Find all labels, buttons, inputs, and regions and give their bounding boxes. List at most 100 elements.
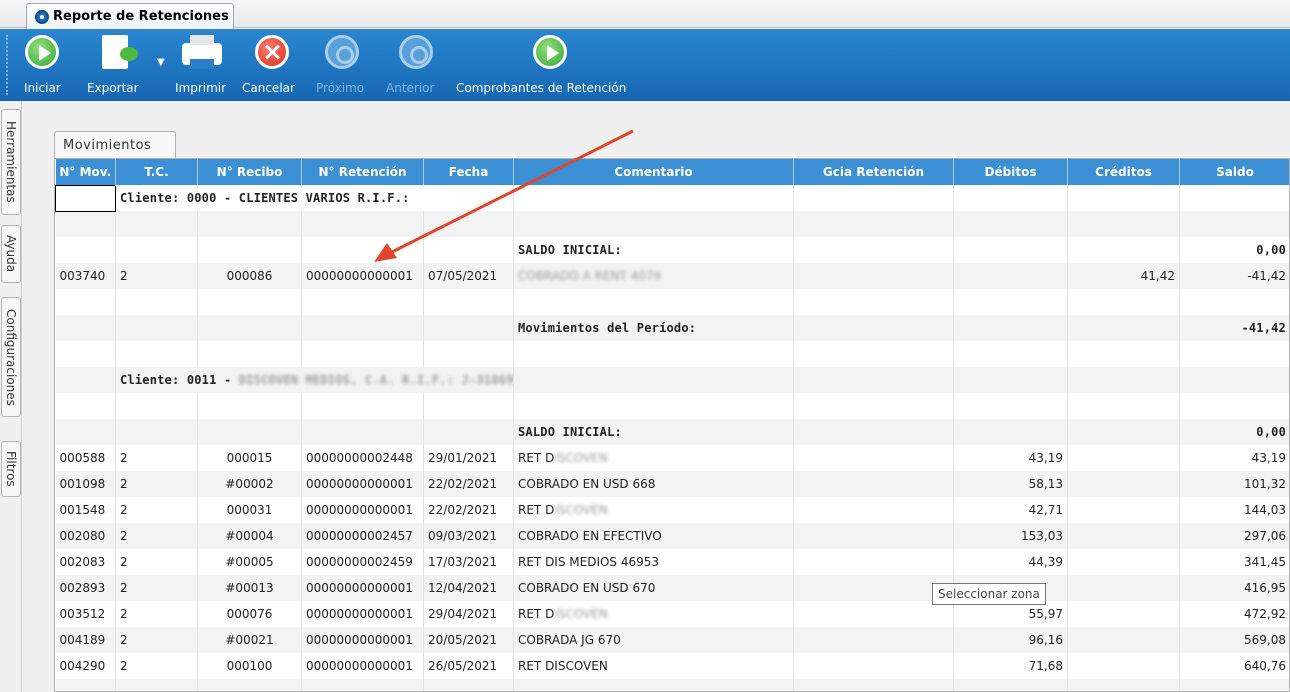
cell-debitos — [953, 185, 1068, 211]
cell-recibo — [197, 393, 302, 419]
cell-mov: 000588 — [55, 445, 116, 471]
comprobantes-button[interactable]: Comprobantes de Retención — [456, 29, 626, 101]
cell-creditos — [1067, 497, 1180, 523]
cell-mov — [55, 419, 116, 445]
cell-saldo: 341,45 — [1179, 549, 1289, 575]
cancelar-button[interactable]: Cancelar — [242, 29, 295, 101]
cell-mov — [55, 341, 116, 367]
cell-mov — [55, 211, 116, 237]
table-row[interactable] — [55, 393, 1289, 419]
cell-comentario — [513, 185, 794, 211]
cell-fecha — [423, 211, 514, 237]
movimientos-table: N° Mov. T.C. N° Recibo N° Retención Fech… — [55, 159, 1289, 691]
toolbar-grip[interactable] — [6, 35, 8, 95]
side-tab-filtros[interactable]: Filtros — [1, 441, 21, 497]
movimientos-grid[interactable]: N° Mov. T.C. N° Recibo N° Retención Fech… — [54, 158, 1290, 692]
cell-debitos: 44,39 — [953, 549, 1068, 575]
table-row[interactable]: 004290 2 000100 00000000000001 26/05/2021 RET… — [55, 653, 1289, 679]
cell-retencion — [301, 211, 424, 237]
table-row[interactable]: Cliente: 0000 - CLIENTES VARIOS R.I.F.: — [55, 184, 1289, 212]
cell-recibo — [197, 419, 302, 445]
tab-reporte-de-retenciones[interactable]: Reporte de Retenciones — [26, 3, 234, 29]
table-row[interactable]: 002083 2 #00005 00000000002459 17/03/2021 RET… — [55, 549, 1289, 575]
side-tab-label: Filtros — [4, 451, 18, 487]
table-row[interactable]: SALDO INICIAL: 0,00 — [55, 237, 1289, 263]
cell-comentario — [513, 393, 794, 419]
table-row[interactable]: 004189 2 #00021 00000000000001 20/05/2021 COB… — [55, 627, 1289, 653]
comentario-text: COBRADO EN USD 670 — [518, 581, 656, 595]
cell-comentario — [513, 289, 794, 315]
cliente-name-redacted: DISCOVEN MEDIOS, C.A. R.I.F.: J-31869669 — [238, 373, 514, 387]
iniciar-button[interactable]: Iniciar — [22, 29, 62, 101]
cell-mov — [55, 393, 116, 419]
cell-recibo: #00005 — [197, 549, 302, 575]
table-row[interactable]: Cliente: 0011 - DISCOVEN MEDIOS, C.A. R.… — [55, 367, 1289, 393]
cell-recibo — [197, 289, 302, 315]
cell-comentario: COBRADO EN USD 668 — [513, 471, 794, 497]
tab-movimientos[interactable]: Movimientos — [54, 131, 176, 158]
cell-comentario: RET DISCOVEN — [513, 601, 794, 627]
cell-debitos — [953, 367, 1068, 393]
cell-comentario — [513, 367, 794, 393]
table-row[interactable]: Movimientos del Período: -41,42 — [55, 315, 1289, 341]
table-row[interactable] — [55, 679, 1289, 691]
comentario-text: RET DISCOVEN — [518, 659, 608, 673]
cell-gcia — [793, 601, 954, 627]
column-header[interactable]: Saldo — [1179, 159, 1289, 185]
cell-comentario: COBRADA JG 670 — [513, 627, 794, 653]
cell-gcia — [793, 471, 954, 497]
cell-saldo — [1179, 289, 1289, 315]
table-row[interactable]: 002893 2 #00013 00000000000001 12/04/2021 COB… — [55, 575, 1289, 601]
table-header-row: N° Mov. T.C. N° Recibo N° Retención Fech… — [55, 159, 1289, 185]
table-row[interactable]: 001548 2 000031 00000000000001 22/02/2021 RET… — [55, 497, 1289, 523]
table-row[interactable]: SALDO INICIAL: 0,00 — [55, 419, 1289, 445]
cell-saldo: -41,42 — [1179, 315, 1289, 341]
table-row[interactable] — [55, 341, 1289, 367]
cliente-label: Cliente: 0000 - CLIENTES VARIOS R.I.F.: — [120, 191, 410, 205]
column-header[interactable]: Créditos — [1067, 159, 1180, 185]
column-header[interactable]: Gcia Retención — [793, 159, 954, 185]
table-row[interactable]: 003512 2 000076 00000000000001 29/04/2021 RET… — [55, 601, 1289, 627]
cell-retencion: 00000000000001 — [301, 263, 424, 289]
cell-debitos — [953, 393, 1068, 419]
cell-recibo — [197, 211, 302, 237]
cell-comentario: RET DISCOVEN — [513, 445, 794, 471]
cell-debitos: 43,19 — [953, 445, 1068, 471]
comentario-text: RET DIS MEDIOS 46953 — [518, 555, 660, 569]
column-header[interactable]: Débitos — [953, 159, 1068, 185]
exportar-button[interactable]: Exportar — [87, 29, 139, 101]
table-row[interactable]: 000588 2 000015 00000000002448 29/01/2021 RET… — [55, 445, 1289, 471]
cell-gcia — [793, 367, 954, 393]
cell-comentario: COBRADO EN EFECTIVO — [513, 523, 794, 549]
cell-comentario: RET DISCOVEN — [513, 653, 794, 679]
table-row[interactable]: 003740 2 000086 00000000000001 07/05/2021 COB… — [55, 263, 1289, 289]
side-tab-ayuda[interactable]: Ayuda — [1, 225, 21, 283]
cell-mov: 002083 — [55, 549, 116, 575]
table-row[interactable] — [55, 289, 1289, 315]
cell-tc: 2 — [115, 549, 198, 575]
side-tab-herramientas[interactable]: Herramientas — [1, 109, 21, 215]
document-tabstrip: Reporte de Retenciones — [0, 0, 1290, 29]
table-row[interactable]: 002080 2 #00004 00000000002457 09/03/2021 COB… — [55, 523, 1289, 549]
cell-creditos: 41,42 — [1067, 263, 1180, 289]
column-header[interactable]: Fecha — [423, 159, 514, 185]
table-row[interactable] — [55, 211, 1289, 237]
exportar-dropdown-icon[interactable]: ▼ — [157, 57, 165, 68]
cell-recibo: #00021 — [197, 627, 302, 653]
column-header[interactable]: Comentario — [513, 159, 794, 185]
anterior-button[interactable]: Anterior — [386, 29, 436, 101]
column-header[interactable]: N° Retención — [301, 159, 424, 185]
comentario-text: RET D — [518, 607, 555, 621]
side-tab-configuraciones[interactable]: Configuraciones — [1, 297, 21, 417]
table-row[interactable]: 001098 2 #00002 00000000000001 22/02/2021 COB… — [55, 471, 1289, 497]
tab-label: Reporte de Retenciones — [53, 9, 229, 24]
cell-recibo: #00004 — [197, 523, 302, 549]
cell-saldo: 472,92 — [1179, 601, 1289, 627]
column-header[interactable]: N° Mov. — [55, 159, 116, 185]
cell-saldo: 0,00 — [1179, 237, 1289, 263]
column-header[interactable]: T.C. — [115, 159, 198, 185]
imprimir-button[interactable]: Imprimir — [175, 29, 226, 101]
play-icon — [25, 35, 59, 69]
column-header[interactable]: N° Recibo — [197, 159, 302, 185]
proximo-button[interactable]: Próximo — [316, 29, 364, 101]
